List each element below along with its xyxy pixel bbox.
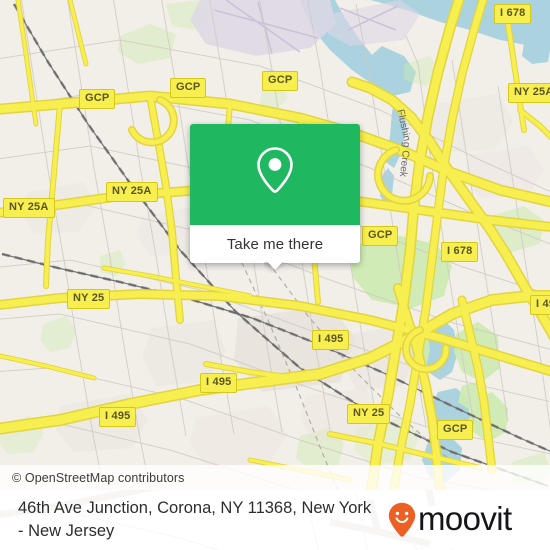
take-me-there-label: Take me there	[226, 235, 324, 253]
map-attribution-bar: © OpenStreetMap contributors	[0, 465, 550, 490]
road-shield: NY 25	[67, 289, 111, 309]
road-shield: NY 25A	[106, 182, 158, 202]
road-shield: GCP	[170, 78, 207, 98]
moovit-smiley-pin-icon	[388, 502, 416, 538]
road-shield: GCP	[437, 420, 474, 440]
road-shield: GCP	[362, 226, 399, 246]
road-shield: GCP	[79, 89, 116, 109]
moovit-logo[interactable]: moovit	[388, 502, 536, 538]
road-shield: I 495	[530, 295, 550, 315]
footer-address-text: 46th Ave Junction, Corona, NY 11368, New…	[18, 498, 372, 540]
moovit-wordmark: moovit	[418, 502, 530, 538]
callout-tail	[264, 262, 286, 273]
location-callout-card[interactable]: Take me there	[190, 124, 360, 263]
map-viewport[interactable]: Flushing Creek I 678 GCP GCP GCP NY 25A NY 25…	[0, 0, 550, 490]
callout-image-area	[190, 124, 360, 225]
road-shield: I 678	[441, 242, 479, 262]
map-pin-icon	[248, 144, 302, 206]
osm-attribution-text[interactable]: © OpenStreetMap contributors	[12, 471, 185, 485]
svg-text:moovit: moovit	[418, 502, 512, 537]
page-footer: 46th Ave Junction, Corona, NY 11368, New…	[0, 490, 550, 550]
road-shield: I 495	[99, 407, 137, 427]
road-shield: NY 25A	[508, 83, 550, 103]
road-shield: NY 25A	[3, 198, 55, 218]
map-page: Flushing Creek I 678 GCP GCP GCP NY 25A NY 25…	[0, 0, 550, 550]
road-shield: I 495	[200, 373, 238, 393]
road-shield: I 495	[312, 330, 350, 350]
road-shield: NY 25	[347, 404, 391, 424]
callout-action-area[interactable]: Take me there	[190, 225, 360, 263]
road-shield: GCP	[262, 71, 299, 91]
road-shield: I 678	[494, 4, 532, 24]
